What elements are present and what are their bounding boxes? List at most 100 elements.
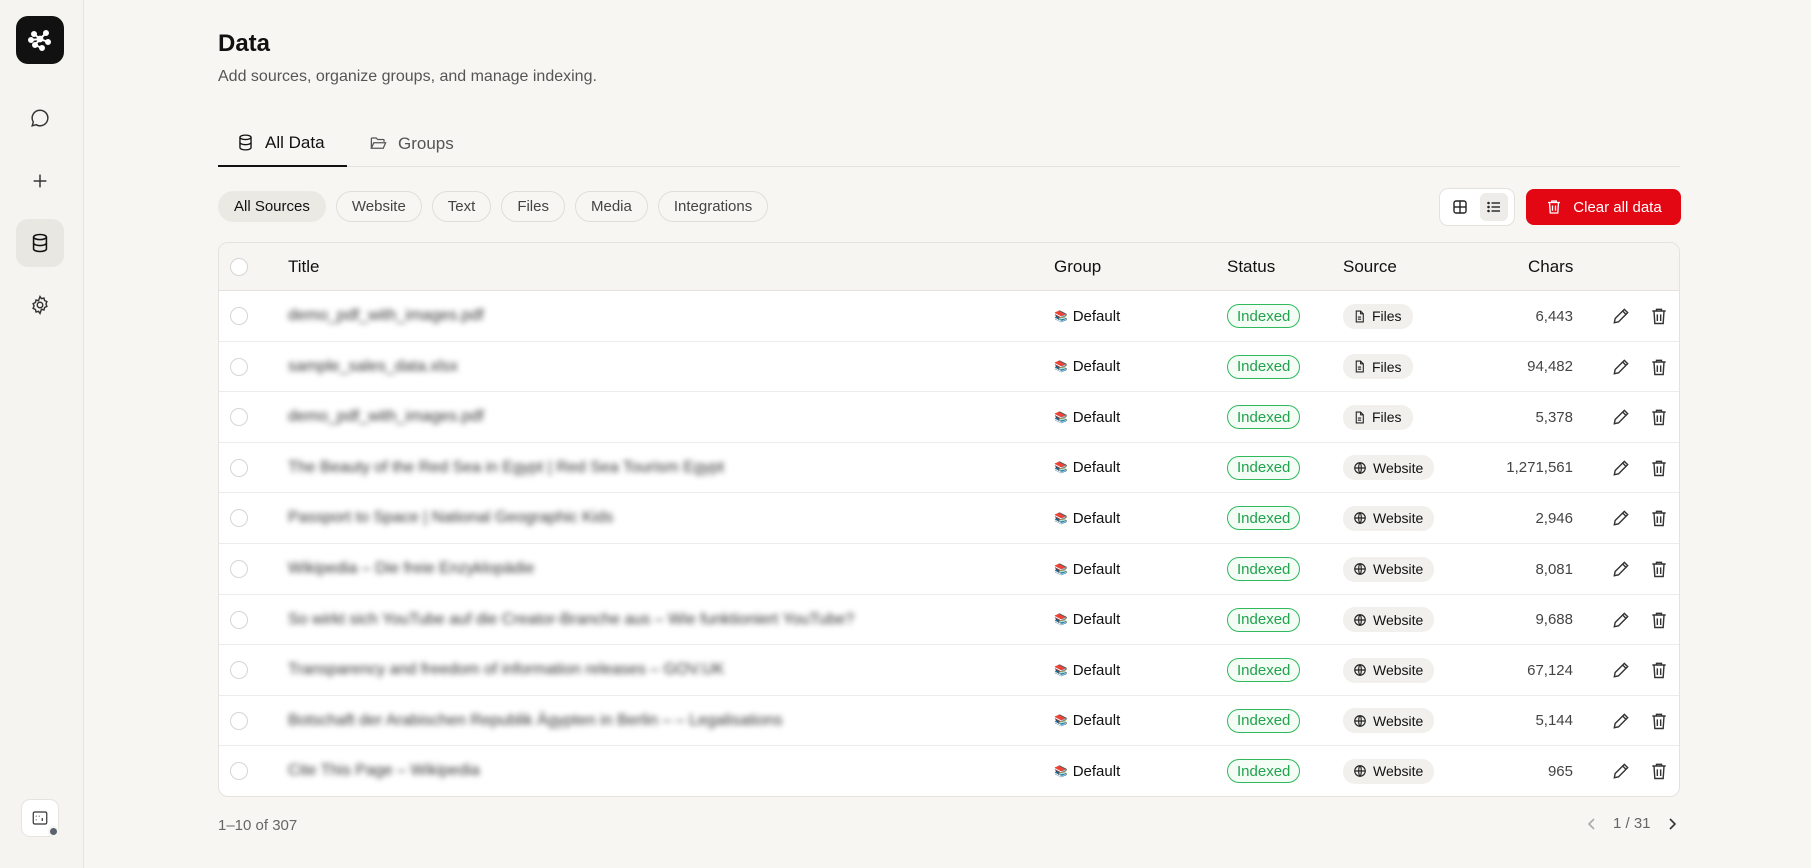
delete-button[interactable] (1649, 559, 1669, 579)
delete-button[interactable] (1649, 761, 1669, 781)
row-title[interactable]: Passport to Space | National Geographic … (288, 509, 613, 527)
nav-settings-button[interactable] (16, 281, 64, 329)
col-group[interactable]: Group (1054, 243, 1101, 291)
source-badge: Website (1343, 657, 1435, 683)
tab-all-data[interactable]: All Data (218, 120, 347, 167)
source-badge: Website (1343, 607, 1435, 633)
edit-button[interactable] (1611, 458, 1631, 478)
edit-button[interactable] (1611, 559, 1631, 579)
filter-website[interactable]: Website (335, 191, 422, 222)
grid-view-button[interactable] (1446, 193, 1474, 221)
nav-chat-button[interactable] (16, 94, 64, 142)
trash-icon (1652, 713, 1666, 730)
delete-button[interactable] (1649, 357, 1669, 377)
pencil-icon (1613, 611, 1629, 628)
row-title[interactable]: The Beauty of the Red Sea in Egypt | Red… (288, 459, 724, 477)
row-checkbox[interactable] (230, 560, 248, 578)
clear-all-data-button[interactable]: Clear all data (1526, 189, 1681, 225)
row-checkbox[interactable] (230, 357, 248, 376)
row-title[interactable]: Botschaft der Arabischen Republik Ägypte… (288, 712, 783, 730)
pagination: 1 / 31 (1585, 815, 1679, 832)
row-checkbox[interactable] (230, 307, 248, 325)
status-badge: Indexed (1227, 354, 1301, 379)
delete-button[interactable] (1649, 610, 1669, 630)
row-checkbox[interactable] (230, 408, 248, 427)
row-title[interactable]: demo_pdf_with_images.pdf (288, 408, 484, 426)
edit-button[interactable] (1611, 407, 1631, 427)
select-all-checkbox[interactable] (230, 258, 248, 276)
row-checkbox[interactable] (230, 661, 248, 680)
table-row[interactable]: So wirkt sich YouTube auf die Creator-Br… (219, 595, 1679, 646)
row-title[interactable]: sample_sales_data.xlsx (288, 358, 458, 376)
table-row[interactable]: The Beauty of the Red Sea in Egypt | Red… (219, 443, 1679, 494)
book-stack-icon: 📚 (1054, 310, 1068, 323)
source-label: Website (1373, 763, 1424, 780)
table-row[interactable]: Botschaft der Arabischen Republik Ägypte… (219, 696, 1679, 747)
pencil-icon (1613, 358, 1629, 375)
table-row[interactable]: Passport to Space | National Geographic … (219, 493, 1679, 544)
row-checkbox[interactable] (230, 458, 248, 477)
row-chars: 6,443 (1535, 307, 1573, 325)
nav-data-button[interactable] (16, 219, 64, 267)
row-title[interactable]: demo_pdf_with_images.pdf (288, 307, 484, 325)
col-status[interactable]: Status (1227, 243, 1275, 291)
table-row[interactable]: Wikipedia – Die freie Enzyklopädie 📚 Defau… (219, 544, 1679, 595)
row-checkbox[interactable] (230, 711, 248, 730)
filter-all-sources[interactable]: All Sources (218, 191, 326, 222)
filter-files[interactable]: Files (501, 191, 565, 222)
filter-media[interactable]: Media (574, 191, 648, 222)
source-badge: Website (1343, 455, 1435, 481)
app-logo[interactable] (16, 16, 64, 64)
delete-button[interactable] (1649, 660, 1669, 680)
row-title[interactable]: Cite This Page – Wikipedia (288, 762, 480, 780)
globe-icon (1354, 613, 1366, 626)
edit-button[interactable] (1611, 508, 1631, 528)
trash-icon (1652, 764, 1666, 780)
edit-button[interactable] (1611, 761, 1631, 781)
row-checkbox[interactable] (230, 610, 248, 629)
row-title[interactable]: Transparency and freedom of information … (288, 661, 724, 679)
workspace-button[interactable] (21, 799, 59, 837)
edit-button[interactable] (1611, 660, 1631, 680)
edit-button[interactable] (1611, 306, 1631, 326)
filter-integrations[interactable]: Integrations (657, 191, 769, 222)
delete-button[interactable] (1649, 508, 1669, 528)
table-row[interactable]: Transparency and freedom of information … (219, 645, 1679, 696)
table-row[interactable]: demo_pdf_with_images.pdf 📚 Default Indexed F… (219, 291, 1679, 342)
row-checkbox[interactable] (230, 762, 248, 781)
tab-groups[interactable]: Groups (351, 120, 472, 167)
list-view-button[interactable] (1480, 193, 1508, 221)
row-checkbox[interactable] (230, 509, 248, 528)
table-row[interactable]: sample_sales_data.xlsx 📚 Default Indexed Fil… (219, 342, 1679, 393)
book-stack-icon: 📚 (1054, 411, 1068, 424)
list-icon (1487, 201, 1500, 213)
col-source[interactable]: Source (1343, 243, 1397, 291)
row-title[interactable]: Wikipedia – Die freie Enzyklopädie (288, 560, 534, 578)
globe-icon (1354, 765, 1366, 778)
delete-button[interactable] (1649, 711, 1669, 731)
trash-icon (1652, 460, 1666, 477)
edit-button[interactable] (1611, 711, 1631, 731)
col-title[interactable]: Title (288, 243, 320, 291)
table-row[interactable]: Cite This Page – Wikipedia 📚 Default Indexe… (219, 746, 1679, 796)
edit-button[interactable] (1611, 357, 1631, 377)
next-page-button[interactable] (1665, 817, 1679, 831)
book-stack-icon: 📚 (1054, 512, 1068, 525)
delete-button[interactable] (1649, 306, 1669, 326)
col-chars[interactable]: Chars (1528, 243, 1573, 291)
edit-button[interactable] (1611, 610, 1631, 630)
nav-new-button[interactable] (16, 157, 64, 205)
row-title[interactable]: So wirkt sich YouTube auf die Creator-Br… (288, 611, 854, 629)
delete-button[interactable] (1649, 458, 1669, 478)
source-label: Files (1372, 358, 1402, 375)
delete-button[interactable] (1649, 407, 1669, 427)
prev-page-button[interactable] (1585, 817, 1599, 831)
status-badge: Indexed (1227, 405, 1301, 430)
filter-text[interactable]: Text (431, 191, 492, 222)
trash-icon (1652, 308, 1666, 325)
table-row[interactable]: demo_pdf_with_images.pdf 📚 Default Indexed F… (219, 392, 1679, 443)
source-filters: All Sources Website Text Files Media Int… (218, 191, 769, 222)
source-label: Website (1373, 712, 1424, 729)
source-badge: Files (1343, 404, 1413, 430)
globe-icon (1354, 512, 1366, 525)
